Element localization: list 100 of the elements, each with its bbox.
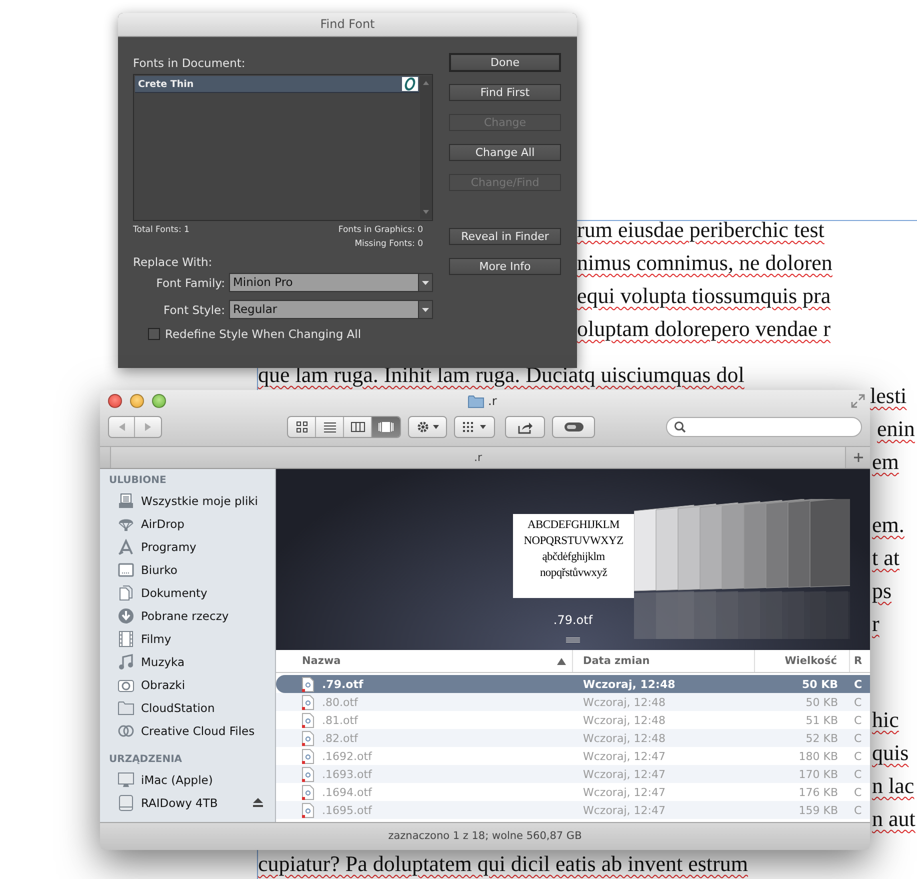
resize-handle[interactable] (566, 637, 580, 643)
table-cell-text: C (853, 732, 863, 744)
action-button[interactable] (408, 416, 447, 438)
table-cell-text: Wczoraj, 12:47 (582, 750, 666, 762)
font-list-item[interactable]: Crete Thin (135, 76, 419, 93)
font-family-dropdown[interactable]: Minion Pro (229, 273, 433, 292)
caret-icon (418, 301, 432, 318)
document-text: equi volupta tiossumquis pra (577, 283, 831, 309)
tags-button[interactable] (552, 416, 595, 438)
dialog-title: Find Font (118, 13, 577, 37)
table-cell: .1693.otf (322, 768, 372, 780)
sidebar-item[interactable]: Creative Cloud Files (100, 719, 275, 742)
document-text: em. (872, 512, 904, 538)
table-cell-text: 180 KB (798, 750, 839, 762)
column-header[interactable]: Wielkość (755, 650, 850, 672)
sidebar-heading: URZĄDZENIA (108, 753, 184, 767)
table-cell: .1692.otf (322, 750, 372, 762)
zoom-button[interactable] (152, 394, 166, 408)
sidebar-item[interactable]: Dokumenty (100, 581, 275, 604)
preview-text: ąbčdėfghijklm (541, 550, 606, 565)
film-icon (118, 630, 134, 646)
sidebar-item[interactable]: Filmy (100, 627, 275, 650)
plus-icon (854, 453, 862, 462)
table-cell-text: 170 KB (798, 768, 839, 780)
sidebar-item[interactable]: Programy (100, 535, 275, 558)
close-button[interactable] (108, 394, 122, 408)
file-icon (302, 694, 314, 710)
minimize-button[interactable] (130, 394, 144, 408)
eject-icon[interactable] (253, 798, 263, 807)
columns-icon (350, 421, 364, 433)
missing-fonts-text: Missing Fonts: 0 (354, 239, 423, 249)
sidebar-item[interactable]: Obrazki (100, 673, 275, 696)
folder-icon (118, 700, 134, 714)
document-text: cupiatur? Pa doluptatem qui dicil eatis ab invent estrum (258, 851, 748, 877)
preview-text: ABCDEFGHIJKLM (526, 518, 620, 533)
section-label: Replace With: (133, 255, 214, 271)
table-cell-text: C (853, 804, 863, 816)
dialog-button[interactable]: Done (449, 53, 561, 72)
table-cell-text: 50 KB (800, 678, 839, 690)
sidebar-item[interactable]: Pobrane rzeczy (100, 604, 275, 627)
rings-icon (118, 724, 134, 738)
view-mode-button[interactable] (372, 417, 400, 437)
scrollbar[interactable] (420, 76, 432, 219)
font-style-dropdown[interactable]: Regular (229, 300, 433, 319)
caret-icon (418, 274, 432, 291)
list-icon (324, 421, 336, 433)
sidebar-item[interactable]: Muzyka (100, 650, 275, 673)
dialog-button[interactable]: Find First (449, 84, 561, 101)
fonts-in-graphics-text: Fonts in Graphics: 0 (338, 225, 423, 235)
status-text: zaznaczono 1 z 18; wolne 560,87 GB (388, 830, 582, 842)
table-cell-text: Wczoraj, 12:47 (582, 804, 666, 816)
table-cell-text: C (853, 786, 863, 798)
folder-icon (468, 394, 484, 408)
share-button[interactable] (505, 416, 545, 438)
search-field[interactable] (666, 417, 862, 437)
sidebar-item[interactable]: RAIDowy 4TB (100, 791, 275, 814)
file-icon (302, 748, 314, 764)
document-text: hic (872, 707, 899, 733)
document-text: quis (872, 740, 909, 766)
file-row[interactable]: .79.otf Wczoraj, 12:48 50 KB C (276, 675, 870, 693)
document-text: r (872, 611, 880, 637)
sidebar-item[interactable]: AirDrop (100, 512, 275, 535)
table-cell-text: Wczoraj, 12:48 (582, 678, 676, 690)
column-header[interactable]: R (850, 650, 870, 672)
sidebar-item[interactable]: iMac (Apple) (100, 768, 275, 791)
document-text: em (872, 449, 899, 475)
document-text: n lac (872, 773, 914, 799)
preview-text: nopqřstůvwxyž (538, 566, 608, 581)
table-cell-text: 52 KB (804, 732, 839, 744)
sidebar-item[interactable]: Wszystkie moje pliki (100, 489, 275, 512)
music-note-icon (118, 654, 134, 670)
compass-icon (118, 538, 134, 554)
column-header[interactable]: Nazwa (276, 650, 573, 672)
table-cell-text: 50 KB (804, 696, 839, 708)
document-text: que lam ruga. Inihit lam ruga. Duciatq uisciumquas dol (258, 362, 744, 388)
table-cell: .82.otf (322, 732, 358, 744)
dialog-button[interactable]: Reveal in Finder (449, 228, 561, 245)
column-header[interactable]: Data zmian (573, 650, 755, 672)
table-cell: .79.otf (322, 678, 364, 690)
document-text: ps (872, 578, 892, 604)
arrange-button[interactable] (454, 416, 495, 438)
document-text: lesti (870, 383, 907, 409)
document-text: t at (872, 545, 900, 571)
table-cell: .81.otf (322, 714, 358, 726)
arrange-icon (462, 421, 488, 433)
gear-icon (416, 420, 440, 434)
tab[interactable]: .r (110, 447, 846, 468)
file-icon (302, 766, 314, 782)
checkbox[interactable] (148, 328, 160, 340)
download-icon (118, 608, 134, 624)
dialog-button[interactable]: Change All (449, 144, 561, 161)
table-cell: .1695.otf (322, 804, 372, 816)
dialog-button[interactable]: More Info (449, 258, 561, 275)
fullscreen-icon[interactable] (851, 394, 865, 408)
table-cell-text: C (853, 678, 864, 690)
sidebar-item[interactable]: Biurko (100, 558, 275, 581)
toggle-icon (564, 422, 584, 432)
table-cell-text: Wczoraj, 12:48 (582, 696, 666, 708)
sidebar-item[interactable]: CloudStation (100, 696, 275, 719)
table-cell: .1694.otf (322, 786, 372, 798)
